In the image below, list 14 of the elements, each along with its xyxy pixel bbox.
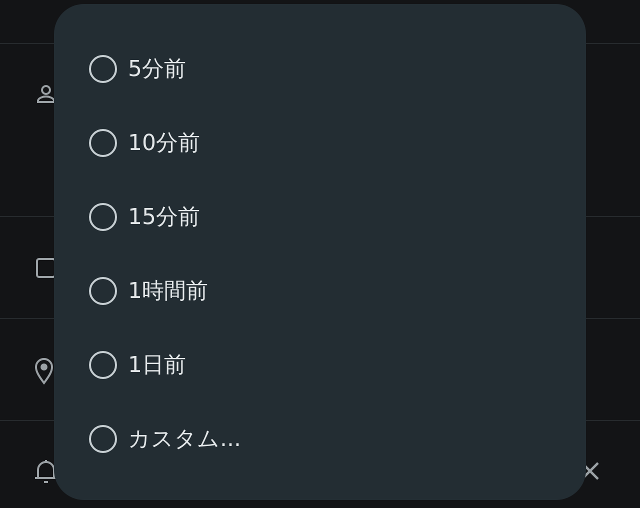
option-label[interactable]: 10分前 bbox=[128, 128, 200, 158]
option-label[interactable]: 5分前 bbox=[128, 54, 186, 84]
radio-button[interactable] bbox=[89, 351, 117, 379]
option-label[interactable]: カスタム... bbox=[128, 424, 241, 454]
radio-button[interactable] bbox=[89, 203, 117, 231]
option-label[interactable]: 1時間前 bbox=[128, 276, 208, 306]
radio-button[interactable] bbox=[89, 277, 117, 305]
radio-button[interactable] bbox=[89, 129, 117, 157]
option-label[interactable]: 1日前 bbox=[128, 350, 186, 380]
option-label[interactable]: 15分前 bbox=[128, 202, 200, 232]
radio-button[interactable] bbox=[89, 55, 117, 83]
bell-icon bbox=[34, 457, 58, 485]
radio-button[interactable] bbox=[89, 425, 117, 453]
location-pin-icon bbox=[34, 357, 54, 385]
